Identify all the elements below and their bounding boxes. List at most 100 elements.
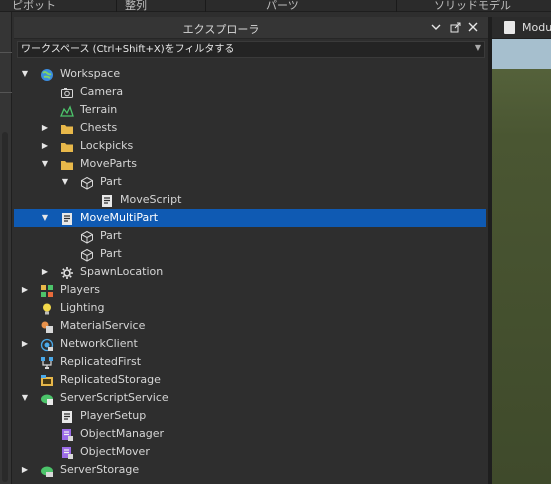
tree-item-label: ObjectMover [80,445,150,458]
left-gutter [0,12,12,484]
tree-item-label: Part [100,175,122,188]
tree-item-label: MoveMultiPart [80,211,159,224]
collapse-arrow-icon[interactable]: ▶ [40,266,50,278]
chevron-down-icon[interactable] [429,20,443,34]
server-storage-icon [40,463,54,477]
folder-icon [60,121,74,135]
tree-item-objectmover[interactable]: ObjectMover [14,443,486,461]
game-viewport[interactable]: Modu [492,17,551,484]
tree-item-label: PlayerSetup [80,409,147,422]
tree-item-playersetup[interactable]: PlayerSetup [14,407,486,425]
script-icon [60,409,74,423]
gutter-divider [0,52,12,53]
spawn-gear-icon [60,265,74,279]
tree-item-movescript[interactable]: MoveScript [14,191,486,209]
tree-item-label: ReplicatedStorage [60,373,161,386]
tree-item-part[interactable]: Part [14,227,486,245]
lightbulb-icon [40,301,54,315]
players-icon [40,283,54,297]
expand-arrow-icon[interactable]: ▼ [40,212,50,224]
tree-item-terrain[interactable]: Terrain [14,101,486,119]
camera-icon [60,85,74,99]
expand-arrow-icon[interactable]: ▼ [60,176,70,188]
folder-icon [60,157,74,171]
explorer-titlebar: エクスプローラ [14,17,488,39]
tree-item-objectmanager[interactable]: ObjectManager [14,425,486,443]
script-icon [100,193,114,207]
expand-arrow-icon[interactable]: ▼ [20,68,30,80]
replicated-storage-icon [40,373,54,387]
script-icon [60,211,74,225]
explorer-tree: ▼ Workspace Camera Terrain ▶ Chests ▶ Lockpicks… [14,65,488,484]
ribbon-separator [396,0,397,12]
tree-item-replicatedfirst[interactable]: ReplicatedFirst [14,353,486,371]
server-script-service-icon [40,391,54,405]
tree-item-chests[interactable]: ▶ Chests [14,119,486,137]
ribbon-item-pivot[interactable]: ピボット [12,0,56,13]
tree-item-part[interactable]: Part [14,245,486,263]
tree-item-movemultipart[interactable]: ▼ MoveMultiPart [14,209,486,227]
tree-item-label: NetworkClient [60,337,138,350]
explorer-title: エクスプローラ [182,23,260,36]
folder-icon [60,139,74,153]
collapse-arrow-icon[interactable]: ▶ [20,338,30,350]
filter-dropdown-icon[interactable]: ▼ [475,43,481,52]
tree-item-lighting[interactable]: Lighting [14,299,486,317]
ribbon-strip: ピボット 整列 パーツ ソリッドモデル [0,0,551,12]
explorer-panel: エクスプローラ ▼ ▼ Workspace Camera Terrain ▶ Chests… [14,17,488,484]
explorer-filter[interactable]: ▼ [17,41,485,58]
tree-item-players[interactable]: ▶ Players [14,281,486,299]
ribbon-separator [116,0,117,12]
network-client-icon [40,337,54,352]
gutter-scrollbar[interactable] [2,132,8,482]
part-cube-icon [80,247,94,262]
ribbon-item-align[interactable]: 整列 [125,0,147,13]
material-service-icon [40,319,54,333]
collapse-arrow-icon[interactable]: ▶ [20,464,30,476]
tree-item-part[interactable]: ▼ Part [14,173,486,191]
tree-item-replicatedstorage[interactable]: ReplicatedStorage [14,371,486,389]
script-tab-icon [504,21,515,34]
replicated-first-icon [40,355,54,369]
tree-item-workspace[interactable]: ▼ Workspace [14,65,486,83]
tree-item-networkclient[interactable]: ▶ NetworkClient [14,335,486,353]
terrain-icon [60,103,74,117]
tree-item-label: Part [100,247,122,260]
viewport-tab-label: Modu [522,21,551,34]
tree-item-label: Camera [80,85,124,98]
tree-item-label: Lockpicks [80,139,134,152]
tree-item-camera[interactable]: Camera [14,83,486,101]
tree-item-label: Part [100,229,122,242]
tree-item-label: MoveParts [80,157,137,170]
tree-item-label: Workspace [60,67,121,80]
tree-item-label: ServerScriptService [60,391,169,404]
gutter-divider [0,92,12,93]
filter-input[interactable] [21,42,461,57]
ribbon-item-solid-model[interactable]: ソリッドモデル [434,0,511,13]
module-script-icon [60,427,74,441]
collapse-arrow-icon[interactable]: ▶ [20,284,30,296]
viewport-sky [492,39,551,69]
tree-item-spawnlocation[interactable]: ▶ SpawnLocation [14,263,486,281]
collapse-arrow-icon[interactable]: ▶ [40,122,50,134]
expand-arrow-icon[interactable]: ▼ [20,392,30,404]
undock-icon[interactable] [448,20,462,34]
module-script-icon [60,445,74,459]
tree-item-label: SpawnLocation [80,265,164,278]
tree-item-lockpicks[interactable]: ▶ Lockpicks [14,137,486,155]
tree-item-serverscriptservice[interactable]: ▼ ServerScriptService [14,389,486,407]
viewport-tab[interactable]: Modu [492,17,551,39]
tree-item-label: MaterialService [60,319,146,332]
tree-item-label: ObjectManager [80,427,165,440]
ribbon-item-parts[interactable]: パーツ [266,0,299,13]
close-icon[interactable] [466,20,480,34]
tree-item-moveparts[interactable]: ▼ MoveParts [14,155,486,173]
part-cube-icon [80,229,94,244]
tree-item-label: Chests [80,121,118,134]
part-cube-icon [80,175,94,190]
expand-arrow-icon[interactable]: ▼ [40,158,50,170]
tree-item-materialservice[interactable]: MaterialService [14,317,486,335]
tree-item-label: ReplicatedFirst [60,355,142,368]
tree-item-serverstorage[interactable]: ▶ ServerStorage [14,461,486,479]
collapse-arrow-icon[interactable]: ▶ [40,140,50,152]
